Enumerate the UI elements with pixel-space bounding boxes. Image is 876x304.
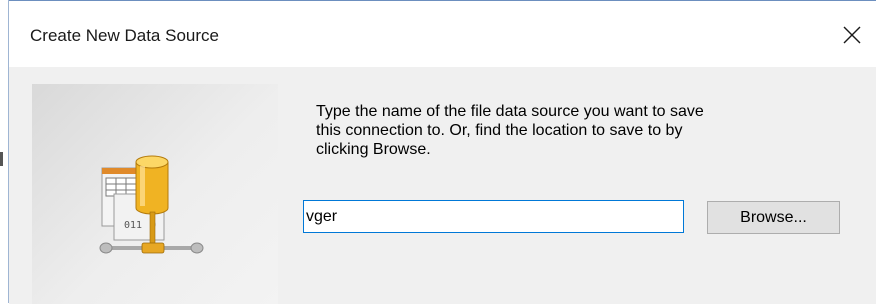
close-icon <box>843 26 861 44</box>
close-button[interactable] <box>831 15 873 55</box>
data-source-file-icon: 0 011 0 <box>99 155 204 254</box>
wizard-illustration-panel: 0 011 0 <box>32 84 278 304</box>
dialog-content: 0 011 0 Type the name of the file data s… <box>9 67 876 304</box>
instructions-text: Type the name of the file data source yo… <box>316 102 836 159</box>
file-binary-text-2: 011 <box>124 220 142 231</box>
instruction-line: clicking Browse. <box>316 141 431 158</box>
file-data-source-name-input[interactable] <box>303 200 684 233</box>
browse-button[interactable]: Browse... <box>707 201 840 234</box>
window-title: Create New Data Source <box>30 26 219 45</box>
background-window-marker <box>0 152 3 166</box>
title-bar: Create New Data Source <box>9 1 876 67</box>
instruction-line: Type the name of the file data source yo… <box>316 103 704 120</box>
instruction-line: this connection to. Or, find the locatio… <box>316 122 683 139</box>
create-new-data-source-dialog: Create New Data Source 0 0 <box>9 0 876 304</box>
